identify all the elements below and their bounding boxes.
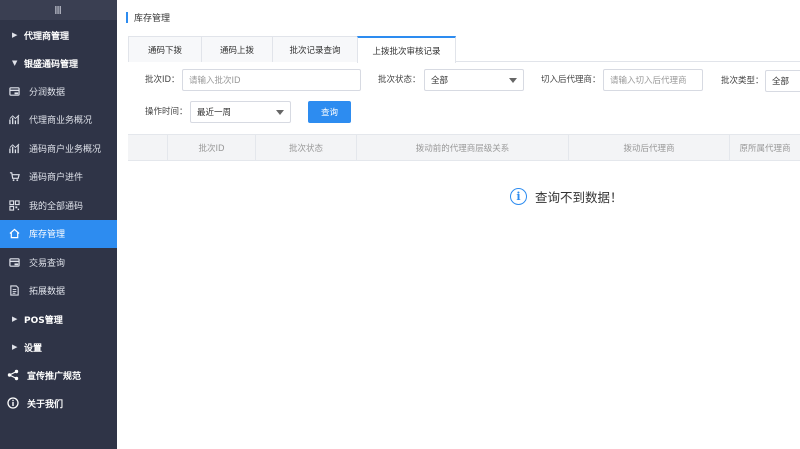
empty-state: i 查询不到数据！ bbox=[510, 187, 623, 206]
sidebar-item-label: 分润数据 bbox=[29, 87, 66, 98]
sidebar-item-label: 通码商户进件 bbox=[29, 173, 84, 184]
tab-code-up[interactable]: 通码上拨 bbox=[201, 36, 273, 62]
tab-code-down[interactable]: 通码下拨 bbox=[128, 36, 202, 62]
tab-bar: 通码下拨 通码上拨 批次记录查询 上拨批次审核记录 bbox=[128, 36, 800, 63]
query-button[interactable]: 查询 bbox=[308, 101, 351, 123]
chevron-right-icon: ▶ bbox=[12, 31, 18, 39]
batch-status-value: 全部 bbox=[431, 76, 449, 86]
batch-type-value: 全部 bbox=[772, 77, 790, 87]
table-header: 批次ID 批次状态 拨动前的代理商层级关系 拨动后代理商 原所属代理商 bbox=[128, 134, 800, 161]
sidebar-link-about[interactable]: 关于我们 bbox=[0, 389, 117, 417]
document-icon bbox=[9, 285, 29, 296]
sidebar-item-merchant-overview[interactable]: 通码商户业务概况 bbox=[0, 134, 117, 163]
op-time-select[interactable]: 最近一周 bbox=[190, 101, 291, 123]
sidebar-group-label: 代理商管理 bbox=[24, 31, 70, 42]
table-header-cell: 批次ID bbox=[168, 135, 256, 160]
chevron-down-icon: ▼ bbox=[12, 59, 18, 67]
title-accent-bar bbox=[126, 11, 128, 23]
batch-status-label: 批次状态： bbox=[378, 75, 421, 85]
share-icon bbox=[7, 369, 27, 381]
sidebar: Ⅲ ▶ 代理商管理 ▼ 银盛通码管理 分润数据 代理商业务概况 通码商户业务概况 bbox=[0, 0, 117, 449]
batch-id-input[interactable]: 请输入批次ID bbox=[182, 69, 361, 91]
sidebar-item-all-codes[interactable]: 我的全部通码 bbox=[0, 191, 117, 220]
sidebar-item-label: 库存管理 bbox=[29, 230, 66, 241]
sidebar-group-label: 设置 bbox=[24, 343, 43, 354]
op-time-label: 操作时间： bbox=[145, 107, 188, 117]
sidebar-group-agent-mgmt[interactable]: ▶ 代理商管理 bbox=[0, 21, 117, 49]
op-time-value: 最近一周 bbox=[197, 108, 232, 118]
info-icon bbox=[7, 397, 27, 409]
switch-agent-input[interactable]: 请输入切入后代理商 bbox=[603, 69, 703, 91]
cart-icon bbox=[9, 171, 29, 182]
batch-id-label: 批次ID： bbox=[145, 75, 180, 85]
info-icon: i bbox=[510, 188, 527, 205]
table-header-cell: 拨动后代理商 bbox=[569, 135, 730, 160]
chevron-right-icon: ▶ bbox=[12, 343, 18, 351]
sidebar-item-inventory[interactable]: 库存管理 bbox=[0, 219, 117, 248]
sidebar-link-promo[interactable]: 宣传推广规范 bbox=[0, 361, 117, 389]
sidebar-link-label: 关于我们 bbox=[27, 399, 64, 410]
app-root: Ⅲ ▶ 代理商管理 ▼ 银盛通码管理 分润数据 代理商业务概况 通码商户业务概况 bbox=[0, 0, 800, 449]
chevron-down-icon bbox=[509, 78, 517, 83]
table-header-cell: 原所属代理商 bbox=[739, 143, 791, 154]
chevron-down-icon bbox=[276, 110, 284, 115]
sidebar-group-settings[interactable]: ▶ 设置 bbox=[0, 333, 117, 361]
page-header: 库存管理 bbox=[126, 10, 170, 24]
menu-toggle-icon[interactable]: Ⅲ bbox=[0, 0, 117, 20]
tab-up-batch-review[interactable]: 上拨批次审核记录 bbox=[357, 36, 456, 63]
switch-agent-label: 切入后代理商： bbox=[541, 75, 601, 85]
home-icon bbox=[9, 228, 29, 239]
main-content: 库存管理 通码下拨 通码上拨 批次记录查询 上拨批次审核记录 批次ID： 请输入… bbox=[117, 0, 800, 449]
card-icon bbox=[9, 86, 29, 97]
sidebar-item-label: 我的全部通码 bbox=[29, 201, 84, 212]
sidebar-item-label: 拓展数据 bbox=[29, 287, 66, 298]
page-title: 库存管理 bbox=[134, 13, 171, 24]
chart-icon bbox=[9, 114, 29, 125]
sidebar-group-label: POS管理 bbox=[24, 315, 63, 326]
batch-status-select[interactable]: 全部 bbox=[424, 69, 524, 91]
qrcode-icon bbox=[9, 200, 29, 211]
sidebar-item-transactions[interactable]: 交易查询 bbox=[0, 248, 117, 277]
batch-type-select[interactable]: 全部 bbox=[765, 70, 800, 92]
sidebar-item-label: 交易查询 bbox=[29, 258, 66, 269]
sidebar-group-label: 银盛通码管理 bbox=[24, 59, 79, 70]
sidebar-item-label: 代理商业务概况 bbox=[29, 116, 93, 127]
sidebar-item-expand-data[interactable]: 拓展数据 bbox=[0, 277, 117, 306]
sidebar-group-code-mgmt[interactable]: ▼ 银盛通码管理 bbox=[0, 49, 117, 77]
table-header-cell: 批次状态 bbox=[256, 135, 357, 160]
chart-icon bbox=[9, 143, 29, 154]
table-header-checkbox bbox=[128, 135, 168, 160]
card-icon bbox=[9, 257, 29, 268]
table-header-cell: 拨动前的代理商层级关系 bbox=[357, 135, 569, 160]
sidebar-link-label: 宣传推广规范 bbox=[27, 371, 82, 382]
batch-type-label: 批次类型： bbox=[721, 76, 764, 86]
sidebar-item-agent-overview[interactable]: 代理商业务概况 bbox=[0, 106, 117, 135]
chevron-right-icon: ▶ bbox=[12, 315, 18, 323]
sidebar-item-label: 通码商户业务概况 bbox=[29, 144, 102, 155]
empty-message: 查询不到数据！ bbox=[535, 190, 623, 205]
tab-batch-records[interactable]: 批次记录查询 bbox=[272, 36, 358, 62]
sidebar-item-merchant-onboard[interactable]: 通码商户进件 bbox=[0, 163, 117, 192]
sidebar-item-profit-data[interactable]: 分润数据 bbox=[0, 77, 117, 106]
sidebar-group-pos-mgmt[interactable]: ▶ POS管理 bbox=[0, 305, 117, 333]
